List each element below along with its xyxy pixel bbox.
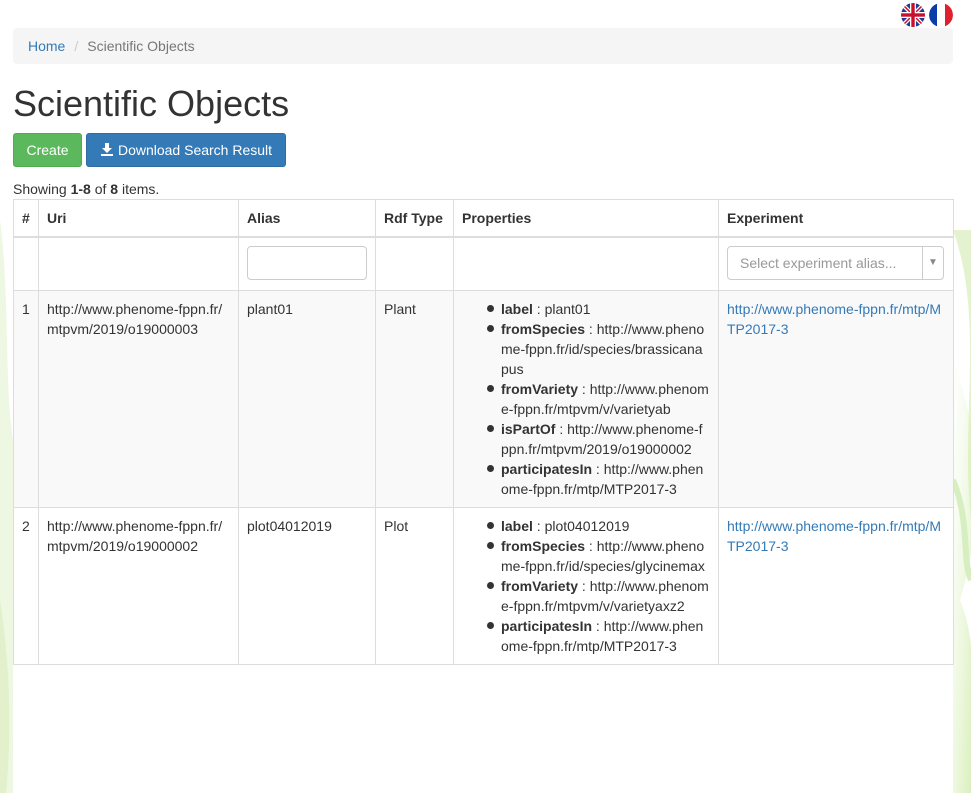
table-header-row: # Uri Alias Rdf Type Properties Experime… bbox=[13, 199, 954, 238]
row-alias: plot04012019 bbox=[238, 507, 376, 665]
download-search-result-button[interactable]: Download Search Result bbox=[86, 133, 286, 167]
column-header-number: # bbox=[13, 199, 39, 238]
filter-cell-properties bbox=[453, 236, 719, 291]
property-item: participatesIn : http://www.phenome-fppn… bbox=[487, 459, 710, 499]
breadcrumb: Home / Scientific Objects bbox=[13, 28, 953, 64]
properties-list: label : plot04012019 fromSpecies : http:… bbox=[462, 516, 710, 656]
results-summary: Showing 1-8 of 8 items. bbox=[13, 181, 159, 197]
property-key: label bbox=[501, 301, 533, 317]
row-experiment: http://www.phenome-fppn.fr/mtp/MTP2017-3 bbox=[718, 290, 954, 508]
filter-row: Select experiment alias... ▼ bbox=[13, 236, 954, 291]
breadcrumb-current: Scientific Objects bbox=[87, 38, 195, 54]
column-header-properties: Properties bbox=[453, 199, 719, 238]
filter-cell-uri bbox=[38, 236, 239, 291]
create-button[interactable]: Create bbox=[13, 133, 82, 167]
property-key: isPartOf bbox=[501, 421, 556, 437]
experiment-select-placeholder: Select experiment alias... bbox=[740, 255, 897, 271]
summary-range: 1-8 bbox=[70, 181, 91, 197]
download-icon bbox=[100, 142, 114, 159]
column-header-alias[interactable]: Alias bbox=[238, 199, 376, 238]
property-item: label : plant01 bbox=[487, 299, 710, 319]
column-header-experiment[interactable]: Experiment bbox=[718, 199, 954, 238]
row-experiment: http://www.phenome-fppn.fr/mtp/MTP2017-3 bbox=[718, 507, 954, 665]
property-value: plant01 bbox=[544, 301, 591, 317]
property-item: fromSpecies : http://www.phenome-fppn.fr… bbox=[487, 536, 710, 576]
row-alias: plant01 bbox=[238, 290, 376, 508]
property-item: participatesIn : http://www.phenome-fppn… bbox=[487, 616, 710, 656]
row-properties: label : plant01 fromSpecies : http://www… bbox=[453, 290, 719, 508]
experiment-link[interactable]: http://www.phenome-fppn.fr/mtp/MTP2017-3 bbox=[727, 518, 941, 554]
table-row: 2 http://www.phenome-fppn.fr/mtpvm/2019/… bbox=[13, 507, 954, 665]
property-item: fromVariety : http://www.phenome-fppn.fr… bbox=[487, 578, 709, 614]
property-key: fromVariety bbox=[501, 381, 579, 397]
row-rdf-type: Plot bbox=[375, 507, 454, 665]
filter-cell-number bbox=[13, 236, 39, 291]
properties-list: label : plant01 fromSpecies : http://www… bbox=[462, 299, 710, 499]
property-item: fromVariety : http://www.phenome-fppn.fr… bbox=[487, 381, 709, 417]
summary-suffix: items. bbox=[118, 181, 160, 197]
chevron-down-icon[interactable]: ▼ bbox=[922, 247, 943, 279]
scientific-objects-table: # Uri Alias Rdf Type Properties Experime… bbox=[13, 199, 954, 665]
create-button-label: Create bbox=[26, 142, 69, 158]
language-switcher bbox=[901, 3, 953, 27]
property-key: participatesIn bbox=[501, 461, 593, 477]
download-button-label: Download Search Result bbox=[117, 142, 273, 158]
row-rdf-type: Plant bbox=[375, 290, 454, 508]
row-number: 2 bbox=[13, 507, 39, 665]
property-value: plot04012019 bbox=[544, 518, 630, 534]
alias-filter-input[interactable] bbox=[247, 246, 367, 280]
property-item: fromSpecies : http://www.phenome-fppn.fr… bbox=[487, 319, 710, 379]
filter-cell-rdf-type bbox=[375, 236, 454, 291]
summary-prefix: Showing bbox=[13, 181, 71, 197]
column-header-rdf-type[interactable]: Rdf Type bbox=[375, 199, 454, 238]
column-header-uri[interactable]: Uri bbox=[38, 199, 239, 238]
breadcrumb-home-link[interactable]: Home bbox=[28, 38, 65, 54]
summary-total: 8 bbox=[110, 181, 119, 197]
breadcrumb-separator: / bbox=[74, 38, 79, 54]
filter-cell-experiment: Select experiment alias... ▼ bbox=[718, 236, 954, 291]
row-properties: label : plot04012019 fromSpecies : http:… bbox=[453, 507, 719, 665]
experiment-alias-select[interactable]: Select experiment alias... ▼ bbox=[727, 246, 944, 280]
france-flag-icon[interactable] bbox=[929, 3, 953, 27]
row-uri: http://www.phenome-fppn.fr/mtpvm/2019/o1… bbox=[38, 507, 239, 665]
property-key: fromSpecies bbox=[501, 538, 586, 554]
property-item: isPartOf : http://www.phenome-fppn.fr/mt… bbox=[487, 419, 710, 459]
property-key: fromSpecies bbox=[501, 321, 586, 337]
filter-cell-alias bbox=[238, 236, 376, 291]
row-uri: http://www.phenome-fppn.fr/mtpvm/2019/o1… bbox=[38, 290, 239, 508]
summary-middle: of bbox=[90, 181, 111, 197]
property-key: fromVariety bbox=[501, 578, 579, 594]
page-title: Scientific Objects bbox=[13, 83, 290, 124]
property-key: participatesIn bbox=[501, 618, 593, 634]
property-key: label bbox=[501, 518, 533, 534]
experiment-link[interactable]: http://www.phenome-fppn.fr/mtp/MTP2017-3 bbox=[727, 301, 941, 337]
uk-flag-icon[interactable] bbox=[901, 3, 925, 27]
property-item: label : plot04012019 bbox=[487, 516, 710, 536]
row-number: 1 bbox=[13, 290, 39, 508]
table-row: 1 http://www.phenome-fppn.fr/mtpvm/2019/… bbox=[13, 290, 954, 508]
